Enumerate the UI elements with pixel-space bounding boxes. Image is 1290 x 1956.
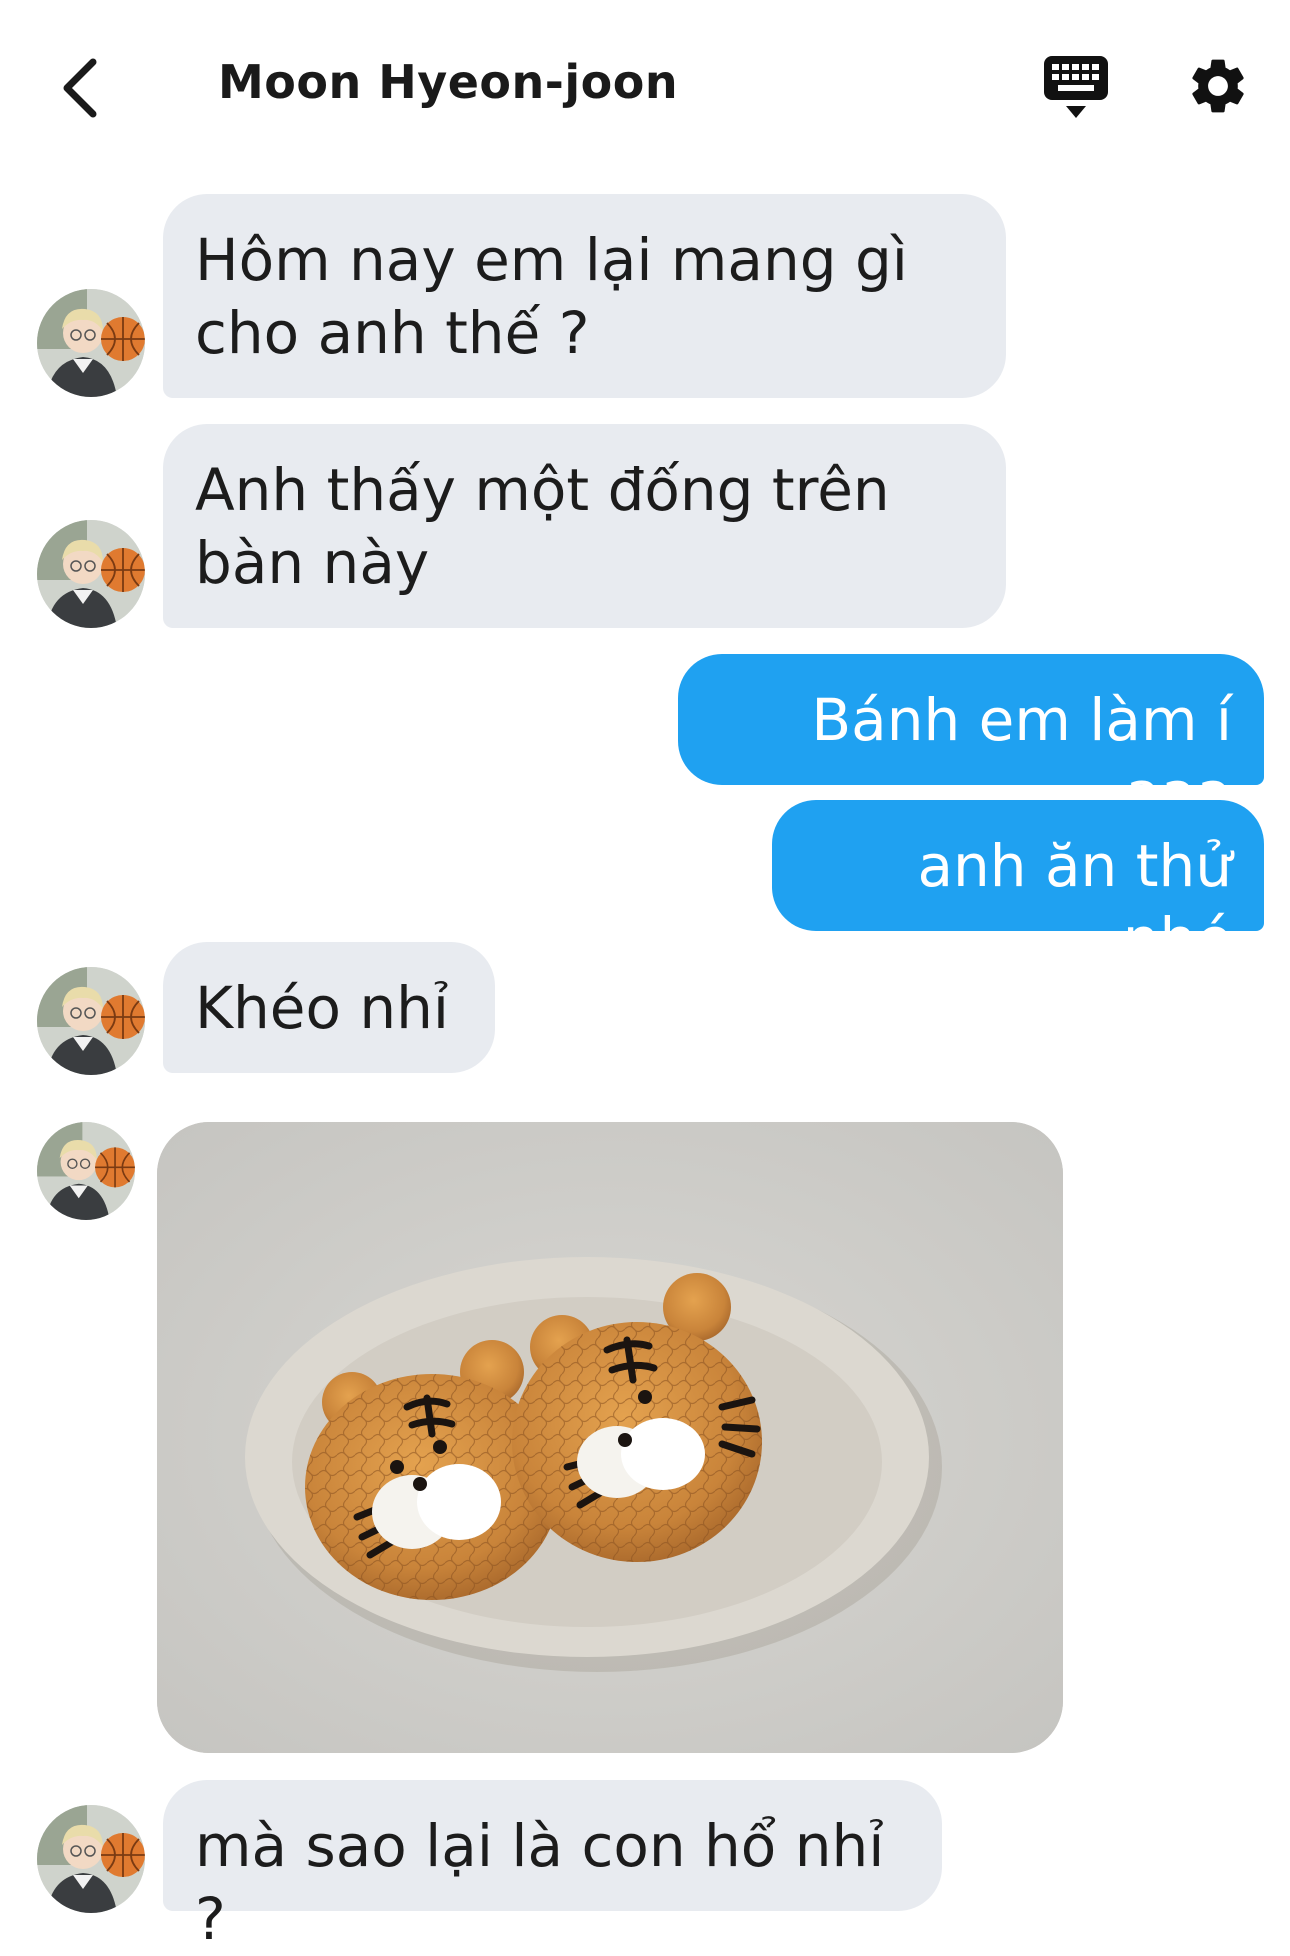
back-button[interactable]: [36, 48, 126, 128]
message-bubble-outgoing[interactable]: anh ăn thử nhé: [772, 800, 1264, 973]
message-bubble-incoming[interactable]: mà sao lại là con hổ nhỉ ?: [163, 1780, 942, 1953]
chevron-left-icon: [63, 58, 97, 118]
message-bubble-incoming[interactable]: Anh thấy một đống trên bàn này: [163, 424, 1006, 628]
keyboard-icon: [1044, 56, 1108, 118]
avatar[interactable]: [37, 967, 145, 1075]
message-text: Khéo nhỉ: [195, 974, 450, 1042]
message-bubble-incoming[interactable]: Khéo nhỉ: [163, 942, 495, 1073]
photo-message[interactable]: [157, 1122, 1063, 1753]
message-text: cho anh thế ?: [195, 299, 590, 367]
settings-button[interactable]: [1185, 53, 1251, 119]
chat-title: Moon Hyeon-joon: [218, 55, 679, 109]
avatar[interactable]: [37, 520, 145, 628]
message-text: mà sao lại là con hổ nhỉ ?: [195, 1812, 885, 1953]
chat-header: Moon Hyeon-joon: [0, 0, 1290, 165]
message-text: Hôm nay em lại mang gì: [195, 226, 908, 294]
message-text: anh ăn thử nhé: [917, 832, 1233, 973]
message-text: Anh thấy một đống trên: [195, 456, 890, 524]
avatar[interactable]: [37, 1805, 145, 1913]
avatar[interactable]: [37, 1122, 135, 1220]
tiger-cream-puffs-photo: [157, 1122, 1063, 1753]
message-text: bàn này: [195, 529, 430, 597]
keyboard-button[interactable]: [1040, 52, 1112, 122]
message-bubble-outgoing[interactable]: Bánh em làm í ạaa: [678, 654, 1264, 827]
gear-icon: [1192, 59, 1244, 113]
message-bubble-incoming[interactable]: Hôm nay em lại mang gì cho anh thế ?: [163, 194, 1006, 398]
avatar[interactable]: [37, 289, 145, 397]
